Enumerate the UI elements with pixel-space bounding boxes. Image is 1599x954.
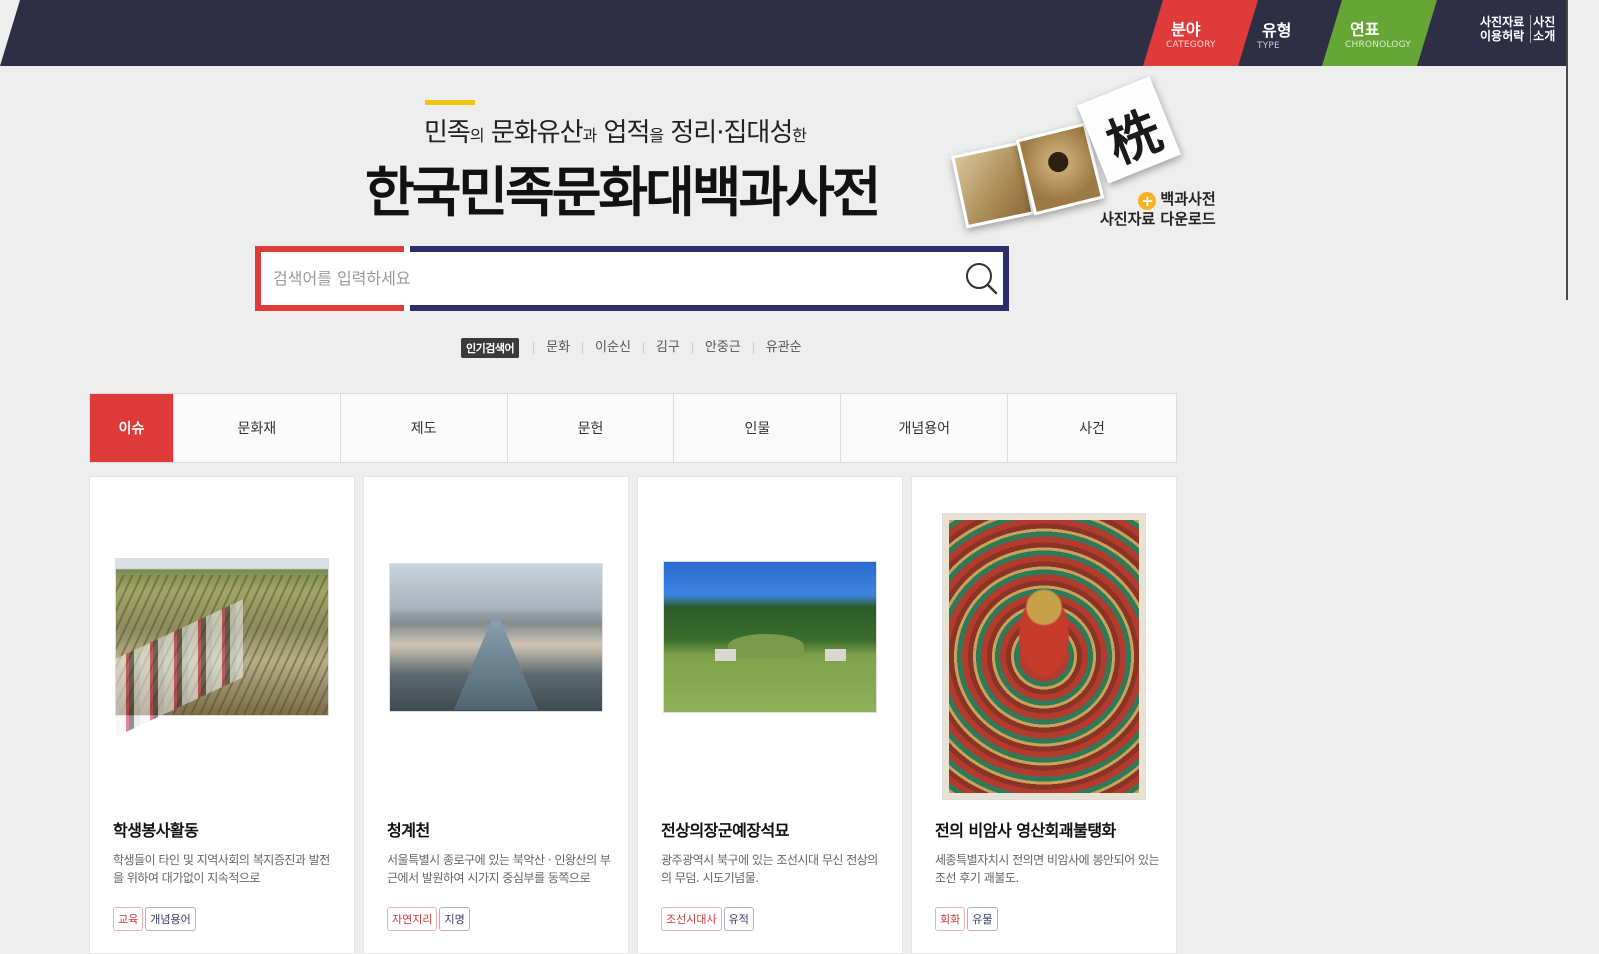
card-title: 학생봉사활동	[113, 821, 199, 840]
nav-type-label: 유형	[1262, 21, 1292, 40]
card-tags: 조선시대사 유적	[661, 907, 754, 931]
card-image-area	[912, 477, 1176, 799]
photo-download-link[interactable]: + 백과사전 사진자료 다운로드	[1100, 190, 1216, 229]
card-image	[390, 563, 602, 711]
photo-license-link[interactable]: 사진자료 이용허락	[1478, 15, 1530, 43]
popular-keyword[interactable]: 이순신	[582, 341, 643, 354]
top-navigation-bar: 분야 CATEGORY 유형 TYPE 연표 CHRONOLOGY 사진자료 이…	[0, 0, 1568, 66]
popular-keyword[interactable]: 문화	[533, 341, 582, 354]
tab-literature[interactable]: 문헌	[506, 394, 674, 462]
popular-keywords: 인기검색어 문화 이순신 김구 안중근 유관순	[461, 338, 814, 358]
hero-subtitle: 민족의 문화유산과 업적을 정리·집대성한	[424, 118, 807, 148]
photo-intro-link[interactable]: 사진 소개	[1530, 15, 1561, 43]
plus-icon: +	[1138, 192, 1157, 210]
top-links: 사진자료 이용허락 사진 소개	[1478, 15, 1561, 43]
download-line2: 사진자료 다운로드	[1100, 210, 1216, 228]
card-image	[943, 514, 1145, 799]
nav-category-label: 분야	[1171, 20, 1201, 39]
nav-type-sublabel: TYPE	[1257, 41, 1280, 51]
nav-type[interactable]: 유형 TYPE	[1250, 0, 1322, 66]
photo-license-line1: 사진자료	[1480, 15, 1525, 29]
card-tag-field[interactable]: 교육	[113, 907, 144, 931]
card-tag-type[interactable]: 유물	[967, 907, 998, 931]
card-image-area	[638, 477, 902, 797]
card-image	[664, 562, 876, 712]
card-description: 서울특별시 종로구에 있는 북악산 · 인왕산의 부근에서 발원하여 시가지 중…	[387, 853, 611, 885]
download-line1: 백과사전	[1160, 190, 1216, 208]
card-tag-type[interactable]: 유적	[723, 907, 754, 931]
card-description: 세종특별자치시 전의면 비암사에 봉안되어 있는 조선 후기 괘불도.	[935, 853, 1160, 885]
search-box	[255, 246, 1009, 311]
tab-issue[interactable]: 이슈	[90, 394, 173, 462]
calligraphy-glyph: 㭠	[1099, 100, 1170, 177]
tab-institution[interactable]: 제도	[339, 394, 507, 462]
card-title: 전상의장군예장석묘	[661, 821, 789, 840]
search-icon[interactable]	[963, 260, 999, 296]
card-description: 광주광역시 북구에 있는 조선시대 무신 전상의의 무덤. 시도기념물.	[661, 853, 878, 885]
photo-license-line2: 이용허락	[1480, 29, 1525, 43]
card-tag-type[interactable]: 지명	[439, 907, 470, 931]
article-card[interactable]: 전의 비암사 영산회괘불탱화 세종특별자치시 전의면 비암사에 봉안되어 있는 …	[911, 476, 1177, 954]
nav-chronology-label: 연표	[1350, 20, 1380, 39]
tab-person[interactable]: 인물	[673, 394, 840, 462]
site-title: 한국민족문화대백과사전	[365, 161, 881, 224]
article-card[interactable]: 전상의장군예장석묘 광주광역시 북구에 있는 조선시대 무신 전상의의 무덤. …	[637, 476, 903, 954]
article-card[interactable]: 학생봉사활동 학생들이 타인 및 지역사회의 복지증진과 발전을 위하여 대가없…	[89, 476, 355, 954]
card-description: 학생들이 타인 및 지역사회의 복지증진과 발전을 위하여 대가없이 지속적으로	[113, 853, 330, 885]
page-scrollbar[interactable]	[1566, 0, 1568, 300]
nav-chronology[interactable]: 연표 CHRONOLOGY	[1322, 0, 1437, 66]
top-bar-left-cut	[0, 0, 20, 66]
card-tags: 교육 개념용어	[113, 907, 196, 931]
card-tag-field[interactable]: 조선시대사	[661, 907, 722, 931]
tab-event[interactable]: 사건	[1007, 394, 1176, 462]
card-title: 전의 비암사 영산회괘불탱화	[935, 821, 1116, 840]
card-title: 청계천	[387, 821, 430, 840]
card-tags: 자연지리 지명	[387, 907, 470, 931]
article-card[interactable]: 청계천 서울특별시 종로구에 있는 북악산 · 인왕산의 부근에서 발원하여 시…	[363, 476, 629, 954]
card-tags: 회화 유물	[935, 907, 998, 931]
card-image-area	[364, 477, 628, 797]
tab-concept-term[interactable]: 개념용어	[840, 394, 1007, 462]
photo-intro-line1: 사진	[1533, 15, 1556, 29]
card-tag-field[interactable]: 자연지리	[387, 907, 438, 931]
search-input[interactable]	[273, 262, 953, 294]
nav-category-sublabel: CATEGORY	[1166, 40, 1216, 50]
nav-chronology-sublabel: CHRONOLOGY	[1345, 40, 1412, 50]
popular-keywords-badge: 인기검색어	[461, 338, 520, 358]
card-image	[116, 559, 328, 715]
tab-cultural-property[interactable]: 문화재	[172, 394, 340, 462]
card-tag-type[interactable]: 개념용어	[145, 907, 196, 931]
topic-tabs: 이슈 문화재 제도 문헌 인물 개념용어 사건	[89, 393, 1177, 463]
popular-keyword[interactable]: 김구	[642, 341, 692, 354]
hero-accent-bar	[425, 100, 475, 105]
card-tag-field[interactable]: 회화	[935, 907, 966, 931]
popular-keyword[interactable]: 유관순	[752, 341, 814, 354]
photo-intro-line2: 소개	[1533, 29, 1556, 43]
article-cards: 학생봉사활동 학생들이 타인 및 지역사회의 복지증진과 발전을 위하여 대가없…	[89, 476, 1177, 954]
popular-keyword[interactable]: 안중근	[691, 341, 753, 354]
nav-category[interactable]: 분야 CATEGORY	[1143, 0, 1258, 66]
card-image-area	[90, 477, 354, 797]
